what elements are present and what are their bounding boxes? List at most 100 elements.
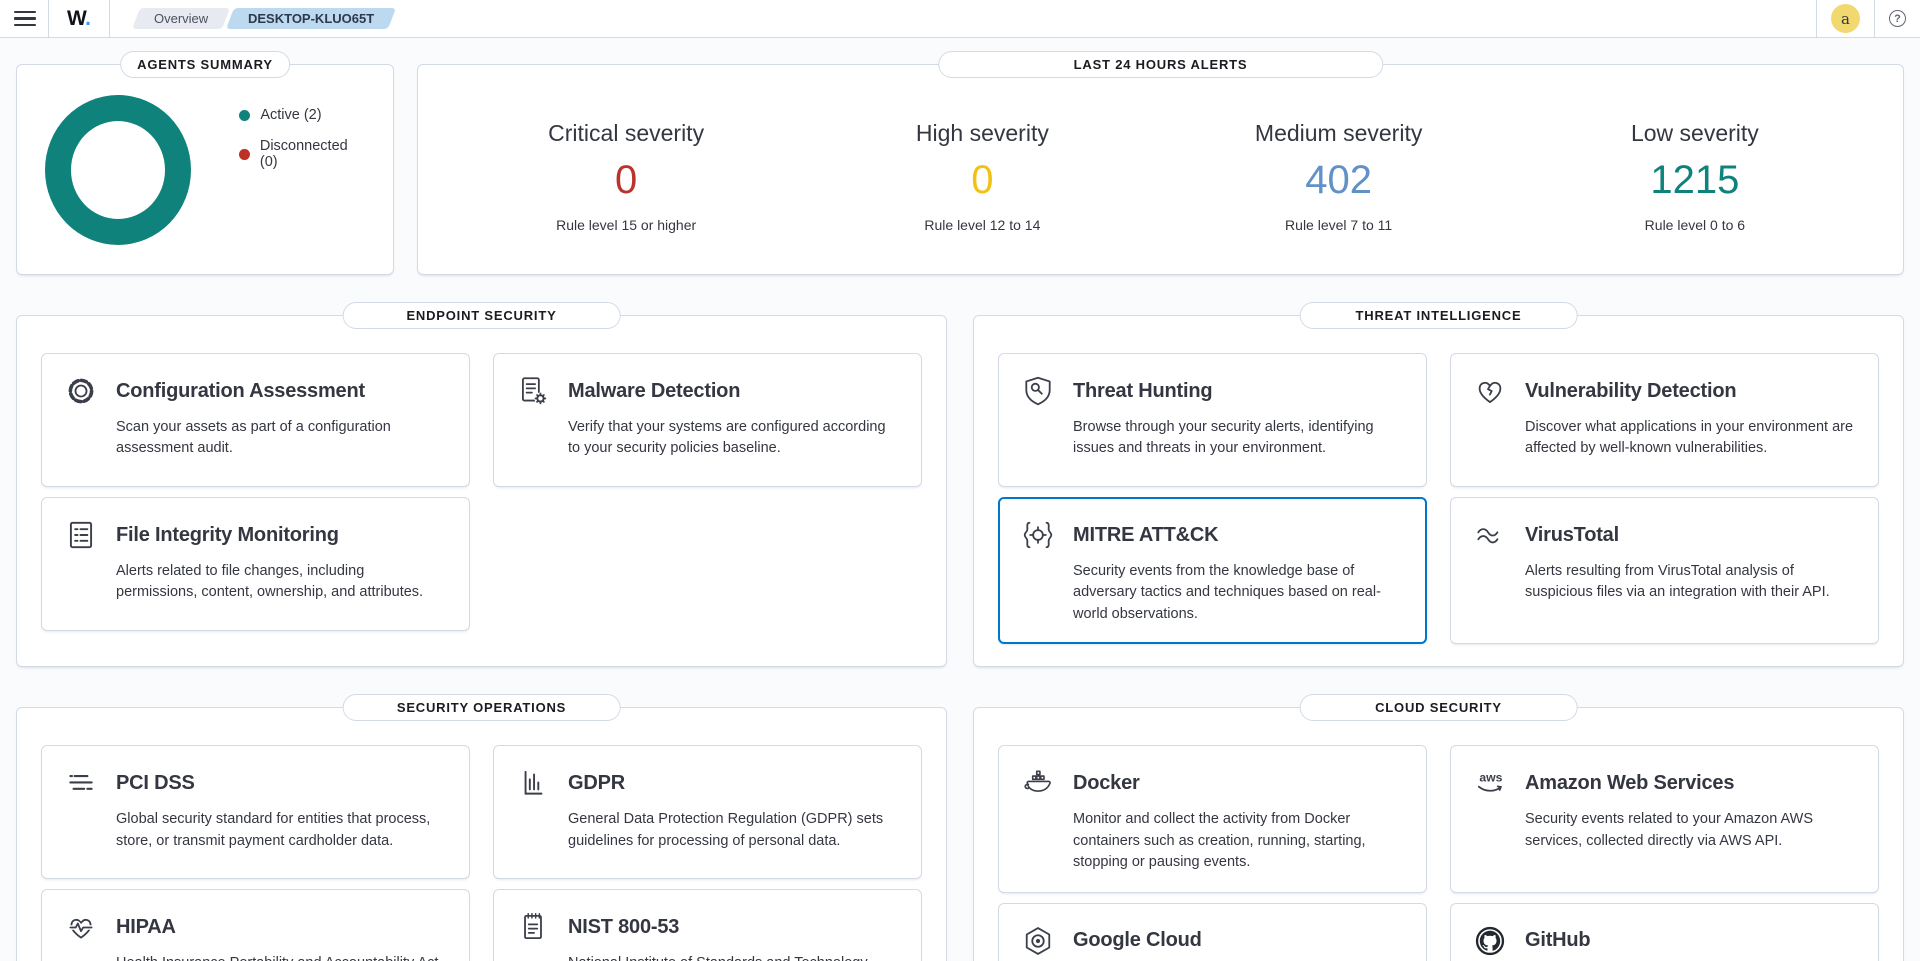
high-severity-stat: High severity 0 Rule level 12 to 14 <box>804 120 1160 233</box>
logo-dot: . <box>85 7 90 30</box>
card-configuration-assessment[interactable]: Configuration Assessment Scan your asset… <box>41 353 470 487</box>
help-icon[interactable]: ? <box>1889 10 1906 27</box>
card-title: PCI DSS <box>116 772 195 795</box>
card-vulnerability-detection[interactable]: Vulnerability Detection Discover what ap… <box>1450 353 1879 487</box>
broken-heart-icon <box>1473 374 1507 408</box>
divider <box>48 0 49 37</box>
active-dot-icon <box>239 110 250 121</box>
bar-chart-icon <box>516 766 550 800</box>
document-gear-icon <box>516 374 550 408</box>
agents-donut-chart[interactable] <box>45 95 191 245</box>
card-threat-hunting[interactable]: Threat Hunting Browse through your secur… <box>998 353 1427 487</box>
card-title: Threat Hunting <box>1073 380 1212 403</box>
card-title: GDPR <box>568 772 625 795</box>
divider <box>1874 0 1875 37</box>
card-title: Vulnerability Detection <box>1525 380 1736 403</box>
card-malware-detection[interactable]: Malware Detection Verify that your syste… <box>493 353 922 487</box>
critical-severity-value[interactable]: 0 <box>448 160 804 200</box>
alerts-panel-title: LAST 24 HOURS ALERTS <box>938 51 1384 78</box>
menu-icon[interactable] <box>14 11 36 27</box>
gear-icon <box>64 374 98 408</box>
cloud-security-title: CLOUD SECURITY <box>1299 694 1578 721</box>
shield-search-icon <box>1021 374 1055 408</box>
docker-whale-icon <box>1021 766 1055 800</box>
avatar[interactable]: a <box>1831 4 1860 33</box>
card-description: Global security standard for entities th… <box>116 809 449 852</box>
card-description: Monitor and collect the activity from Do… <box>1073 809 1406 873</box>
card-virustotal[interactable]: VirusTotal Alerts resulting from VirusTo… <box>1450 497 1879 644</box>
card-docker[interactable]: Docker Monitor and collect the activity … <box>998 745 1427 892</box>
card-description: National Institute of Standards and Tech… <box>568 953 901 961</box>
breadcrumb-agent[interactable]: DESKTOP-KLUO65T <box>226 8 396 29</box>
card-title: NIST 800-53 <box>568 916 679 939</box>
alerts-panel: LAST 24 HOURS ALERTS Critical severity 0… <box>417 64 1904 275</box>
card-title: Google Cloud <box>1073 929 1202 952</box>
low-severity-sub: Rule level 0 to 6 <box>1517 217 1873 233</box>
document-lines-icon <box>64 518 98 552</box>
card-description: Scan your assets as part of a configurat… <box>116 417 449 460</box>
aws-icon: aws <box>1473 766 1507 800</box>
breadcrumb: Overview DESKTOP-KLUO65T <box>136 8 392 29</box>
medium-severity-label: Medium severity <box>1161 120 1517 147</box>
card-hipaa[interactable]: HIPAA Health Insurance Portability and A… <box>41 889 470 961</box>
security-operations-section: SECURITY OPERATIONS PCI DSS Global secur… <box>16 707 947 961</box>
breadcrumb-overview[interactable]: Overview <box>131 8 229 29</box>
critical-severity-label: Critical severity <box>448 120 804 147</box>
card-description: Alerts related to file changes, includin… <box>116 561 449 604</box>
card-description: Verify that your systems are configured … <box>568 417 901 460</box>
low-severity-value[interactable]: 1215 <box>1517 160 1873 200</box>
threat-intelligence-section: THREAT INTELLIGENCE Threat Hunting Brows… <box>973 315 1904 667</box>
card-nist-800-53[interactable]: NIST 800-53 National Institute of Standa… <box>493 889 922 961</box>
card-github[interactable]: GitHub Monitoring events from audit logs… <box>1450 903 1879 961</box>
card-description: Security events related to your Amazon A… <box>1525 809 1858 852</box>
card-title: Malware Detection <box>568 380 740 403</box>
card-gdpr[interactable]: GDPR General Data Protection Regulation … <box>493 745 922 879</box>
high-severity-value[interactable]: 0 <box>804 160 1160 200</box>
top-bar: W. Overview DESKTOP-KLUO65T a ? <box>0 0 1920 38</box>
medium-severity-value[interactable]: 402 <box>1161 160 1517 200</box>
critical-severity-stat: Critical severity 0 Rule level 15 or hig… <box>448 120 804 233</box>
waves-icon <box>1473 518 1507 552</box>
card-pci-dss[interactable]: PCI DSS Global security standard for ent… <box>41 745 470 879</box>
card-amazon-web-services[interactable]: aws Amazon Web Services Security events … <box>1450 745 1879 892</box>
critical-severity-sub: Rule level 15 or higher <box>448 217 804 233</box>
card-title: MITRE ATT&CK <box>1073 524 1218 547</box>
agents-legend: Active (2) Disconnected (0) <box>239 107 365 170</box>
high-severity-sub: Rule level 12 to 14 <box>804 217 1160 233</box>
align-lines-icon <box>64 766 98 800</box>
card-description: Security events from the knowledge base … <box>1073 561 1406 625</box>
github-icon <box>1473 924 1507 958</box>
security-operations-title: SECURITY OPERATIONS <box>342 694 621 721</box>
legend-item-disconnected[interactable]: Disconnected (0) <box>239 138 365 170</box>
card-title: Amazon Web Services <box>1525 772 1734 795</box>
card-title: VirusTotal <box>1525 524 1619 547</box>
endpoint-security-section: ENDPOINT SECURITY Configuration Assessme… <box>16 315 947 667</box>
heartbeat-icon <box>64 910 98 944</box>
medium-severity-stat: Medium severity 402 Rule level 7 to 11 <box>1161 120 1517 233</box>
threat-intelligence-title: THREAT INTELLIGENCE <box>1299 302 1578 329</box>
card-google-cloud[interactable]: Google Cloud Security events related to … <box>998 903 1427 961</box>
legend-item-active[interactable]: Active (2) <box>239 107 365 123</box>
card-file-integrity-monitoring[interactable]: File Integrity Monitoring Alerts related… <box>41 497 470 631</box>
agents-summary-panel: AGENTS SUMMARY Active (2) Disconnected (… <box>16 64 394 275</box>
card-title: File Integrity Monitoring <box>116 524 339 547</box>
notebook-icon <box>516 910 550 944</box>
medium-severity-sub: Rule level 7 to 11 <box>1161 217 1517 233</box>
card-description: Health Insurance Portability and Account… <box>116 953 449 961</box>
card-description: General Data Protection Regulation (GDPR… <box>568 809 901 852</box>
card-title: HIPAA <box>116 916 176 939</box>
card-title: Configuration Assessment <box>116 380 365 403</box>
agents-summary-title: AGENTS SUMMARY <box>120 51 290 78</box>
card-description: Alerts resulting from VirusTotal analysi… <box>1525 561 1858 604</box>
wazuh-logo[interactable]: W. <box>61 7 97 31</box>
card-mitre-attack[interactable]: MITRE ATT&CK Security events from the kn… <box>998 497 1427 644</box>
cloud-security-section: CLOUD SECURITY Docker Monitor and collec… <box>973 707 1904 961</box>
card-description: Discover what applications in your envir… <box>1525 417 1858 460</box>
disconnected-dot-icon <box>239 149 250 160</box>
card-title: Docker <box>1073 772 1140 795</box>
card-title: GitHub <box>1525 929 1590 952</box>
low-severity-label: Low severity <box>1517 120 1873 147</box>
endpoint-security-title: ENDPOINT SECURITY <box>342 302 621 329</box>
divider <box>1816 0 1817 37</box>
svg-text:aws: aws <box>1479 771 1502 785</box>
